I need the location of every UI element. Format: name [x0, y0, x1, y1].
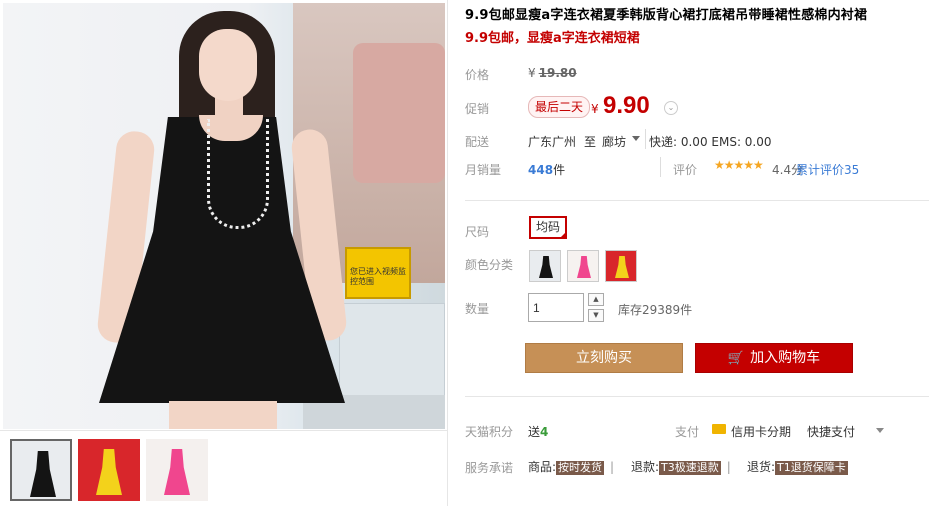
shipping-to-word: 至 — [584, 135, 597, 149]
photo-model-legs — [169, 401, 277, 429]
points-prefix: 送 — [528, 425, 541, 439]
add-to-cart-button[interactable]: 🛒 加入购物车 — [695, 343, 853, 373]
payment-label: 支付 — [675, 425, 700, 439]
shipping-fees: 快递: 0.00 EMS: 0.00 — [649, 135, 772, 149]
shipping-city-select[interactable]: 廊坊 — [602, 133, 626, 150]
promo-badge: 最后二天 — [528, 96, 591, 118]
product-info-panel: 9.9包邮显瘦a字连衣裙夏季韩版背心裙打底裙吊带睡裙性感棉内衬裙 9.9包邮，显… — [448, 0, 930, 506]
sales-count: 448 — [528, 163, 554, 177]
payment-quick-pay[interactable]: 快捷支付 — [807, 423, 855, 440]
caret-down-icon[interactable] — [632, 136, 640, 141]
color-label: 颜色分类 — [465, 258, 514, 272]
color-swatch-black[interactable] — [529, 250, 561, 282]
promise-refund[interactable]: 退款: T3极速退款 | — [631, 458, 731, 475]
promise-refund-tag: T3极速退款 — [659, 461, 721, 475]
original-price: ¥19.80 — [528, 66, 577, 80]
photo-model-face — [199, 29, 257, 101]
divider — [660, 157, 661, 177]
photo-sign-text: 您已进入视频监控范围 — [350, 267, 406, 286]
shipping-from: 广东广州 — [528, 135, 577, 149]
promise-goods[interactable]: 商品: 按时发货 | — [528, 458, 614, 475]
buy-now-button[interactable]: 立刻购买 — [525, 343, 683, 373]
divider — [645, 129, 646, 149]
section-divider — [465, 200, 929, 201]
main-product-photo[interactable]: 您已进入视频监控范围 — [3, 3, 445, 429]
product-gallery: 您已进入视频监控范围 — [0, 0, 448, 506]
color-swatch-yellow[interactable] — [605, 250, 637, 282]
promise-return[interactable]: 退货: T1退货保障卡 — [747, 458, 848, 475]
photo-necklace — [207, 119, 269, 229]
thumbnail-pink[interactable] — [146, 439, 208, 501]
star-rating-icon: ★★★★★ — [714, 158, 764, 172]
quantity-increase-icon[interactable]: ▲ — [588, 293, 604, 306]
currency-symbol: ¥ — [528, 66, 536, 80]
thumbnail-strip — [0, 430, 448, 506]
promise-separator: | — [726, 460, 731, 474]
points-value: 送4 — [528, 423, 548, 440]
promise-refund-prefix: 退款: — [631, 460, 660, 474]
promise-return-prefix: 退货: — [747, 460, 776, 474]
size-option-text: 均码 — [535, 220, 560, 234]
caret-down-icon[interactable] — [876, 428, 884, 433]
promo-currency: ¥ — [591, 102, 599, 116]
thumbnail-yellow[interactable] — [78, 439, 140, 501]
cart-icon: 🛒 — [727, 351, 745, 366]
size-label: 尺码 — [465, 225, 490, 239]
original-price-value: 19.80 — [538, 66, 577, 80]
quantity-label: 数量 — [465, 302, 490, 316]
credit-card-icon — [712, 424, 726, 434]
price-label: 价格 — [465, 68, 490, 82]
product-subtitle: 9.9包邮，显瘦a字连衣裙短裙 — [465, 31, 640, 46]
points-number: 4 — [540, 425, 549, 439]
monthly-sales-label: 月销量 — [465, 163, 502, 177]
quantity-decrease-icon[interactable]: ▼ — [588, 309, 604, 322]
promise-return-tag: T1退货保障卡 — [775, 461, 848, 475]
payment-credit-installment[interactable]: 信用卡分期 — [731, 423, 791, 440]
monthly-sales-count: 448件 — [528, 161, 565, 178]
photo-cardigan — [353, 43, 445, 183]
promise-separator: | — [610, 460, 615, 474]
stock-count: 库存29389件 — [618, 303, 693, 317]
promo-label: 促销 — [465, 102, 490, 116]
promo-price: 9.90 — [603, 92, 650, 119]
promise-goods-prefix: 商品: — [528, 460, 557, 474]
thumbnail-black[interactable] — [10, 439, 72, 501]
selected-check-icon — [559, 231, 567, 239]
chevron-down-icon[interactable]: ⌄ — [664, 101, 678, 115]
photo-camera-sign: 您已进入视频监控范围 — [345, 247, 411, 299]
points-label: 天猫积分 — [465, 425, 514, 439]
color-swatch-pink[interactable] — [567, 250, 599, 282]
size-option-one-size[interactable]: 均码 — [529, 216, 567, 239]
quantity-input[interactable] — [528, 293, 584, 322]
add-to-cart-label: 加入购物车 — [750, 350, 821, 366]
sales-unit: 件 — [553, 163, 566, 177]
promise-goods-tag: 按时发货 — [556, 461, 605, 475]
section-divider — [465, 396, 929, 397]
service-promise-label: 服务承诺 — [465, 461, 514, 475]
review-label: 评价 — [673, 163, 698, 177]
shipping-label: 配送 — [465, 135, 490, 149]
photo-wall-panel — [339, 303, 445, 398]
product-title: 9.9包邮显瘦a字连衣裙夏季韩版背心裙打底裙吊带睡裙性感棉内衬裙 — [465, 8, 868, 23]
reviews-link[interactable]: 累计评价35 — [796, 161, 859, 178]
